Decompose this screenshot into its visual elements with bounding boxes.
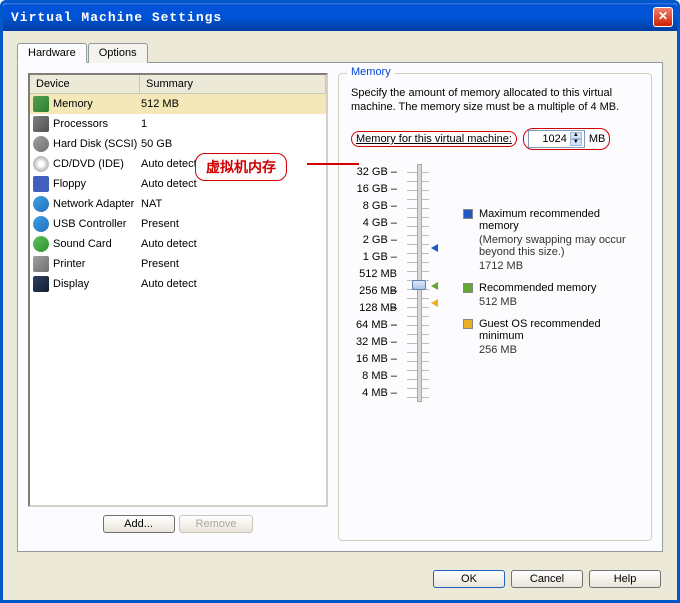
marker-max-icon (431, 244, 438, 252)
annotation-text: 虚拟机内存 (195, 153, 287, 181)
tick-label: 16 MB – (351, 351, 397, 368)
annotation-callout: 虚拟机内存 (195, 153, 287, 181)
tick-label: 1 GB – (351, 249, 397, 266)
tick-label: 4 GB – (351, 215, 397, 232)
memory-slider[interactable] (407, 164, 429, 402)
window-title: Virtual Machine Settings (11, 10, 653, 25)
device-name: Memory (53, 98, 93, 110)
device-icon (33, 256, 49, 272)
memory-description: Specify the amount of memory allocated t… (351, 86, 639, 114)
device-name: Processors (53, 118, 108, 130)
device-summary: Present (141, 258, 323, 270)
legend-guest-label: Guest OS recommended minimum (479, 318, 639, 342)
titlebar: Virtual Machine Settings ✕ (3, 3, 677, 31)
legend-guest-value: 256 MB (479, 344, 639, 356)
tick-label: 8 GB – (351, 198, 397, 215)
tick-label: 16 GB – (351, 181, 397, 198)
slider-thumb[interactable] (412, 280, 426, 290)
legend-max-label: Maximum recommended memory (479, 208, 639, 232)
legend-rec-label: Recommended memory (479, 282, 596, 294)
tick-label: 2 GB – (351, 232, 397, 249)
device-name: Display (53, 278, 89, 290)
device-icon (33, 216, 49, 232)
device-name: Network Adapter (53, 198, 134, 210)
device-name: Sound Card (53, 238, 112, 250)
legend-square-blue-icon (463, 209, 473, 219)
memory-group-label: Memory (347, 66, 395, 78)
list-header: Device Summary (30, 75, 326, 94)
device-icon (33, 236, 49, 252)
legend-square-yellow-icon (463, 319, 473, 329)
legend-rec-value: 512 MB (479, 296, 596, 308)
device-list: Device Summary Memory 512 MB Processors 1 Ha… (28, 73, 328, 507)
legend-square-green-icon (463, 283, 473, 293)
memory-unit: MB (589, 133, 606, 145)
tick-label: 32 GB – (351, 164, 397, 181)
device-row[interactable]: Processors 1 (30, 114, 326, 134)
device-name: CD/DVD (IDE) (53, 158, 124, 170)
device-icon (33, 96, 49, 112)
spin-down-icon[interactable]: ▼ (570, 139, 582, 146)
device-row[interactable]: Hard Disk (SCSI) 50 GB (30, 134, 326, 154)
header-summary[interactable]: Summary (140, 75, 326, 93)
device-icon (33, 136, 49, 152)
device-row[interactable]: Printer Present (30, 254, 326, 274)
device-summary: NAT (141, 198, 323, 210)
device-summary: Auto detect (141, 278, 323, 290)
device-summary: Auto detect (141, 238, 323, 250)
device-icon (33, 276, 49, 292)
header-device[interactable]: Device (30, 75, 140, 93)
legend-max-hint: (Memory swapping may occur beyond this s… (479, 234, 639, 258)
tick-label: 32 MB – (351, 334, 397, 351)
remove-button: Remove (179, 515, 254, 533)
device-row[interactable]: Display Auto detect (30, 274, 326, 294)
close-button[interactable]: ✕ (653, 7, 673, 27)
device-row[interactable]: Sound Card Auto detect (30, 234, 326, 254)
tick-label: 256 MB – (351, 283, 397, 300)
marker-recommended-icon (431, 282, 438, 290)
device-row[interactable]: Memory 512 MB (30, 94, 326, 114)
memory-spinner[interactable]: ▲ ▼ (528, 130, 585, 148)
tick-label: 512 MB – (351, 266, 397, 283)
device-icon (33, 196, 49, 212)
device-name: Hard Disk (SCSI) (53, 138, 137, 150)
device-icon (33, 116, 49, 132)
device-summary: 1 (141, 118, 323, 130)
memory-field-label: Memory for this virtual machine: (356, 133, 512, 145)
device-name: USB Controller (53, 218, 126, 230)
device-name: Printer (53, 258, 85, 270)
device-row[interactable]: Network Adapter NAT (30, 194, 326, 214)
add-button[interactable]: Add... (103, 515, 175, 533)
device-name: Floppy (53, 178, 86, 190)
marker-guest-min-icon (431, 299, 438, 307)
tick-label: 4 MB – (351, 385, 397, 402)
legend-max-value: 1712 MB (479, 260, 639, 272)
spin-up-icon[interactable]: ▲ (570, 132, 582, 139)
device-summary: 512 MB (141, 98, 323, 110)
memory-input[interactable] (531, 133, 567, 145)
cancel-button[interactable]: Cancel (511, 570, 583, 588)
tick-label: 128 MB – (351, 300, 397, 317)
help-button[interactable]: Help (589, 570, 661, 588)
device-row[interactable]: USB Controller Present (30, 214, 326, 234)
tab-options[interactable]: Options (88, 43, 148, 63)
tick-label: 64 MB – (351, 317, 397, 334)
device-icon (33, 176, 49, 192)
ok-button[interactable]: OK (433, 570, 505, 588)
slider-ticks: 32 GB –16 GB –8 GB –4 GB –2 GB –1 GB –51… (351, 164, 397, 402)
device-summary: Present (141, 218, 323, 230)
device-icon (33, 156, 49, 172)
tab-hardware[interactable]: Hardware (17, 43, 87, 63)
device-summary: 50 GB (141, 138, 323, 150)
tick-label: 8 MB – (351, 368, 397, 385)
